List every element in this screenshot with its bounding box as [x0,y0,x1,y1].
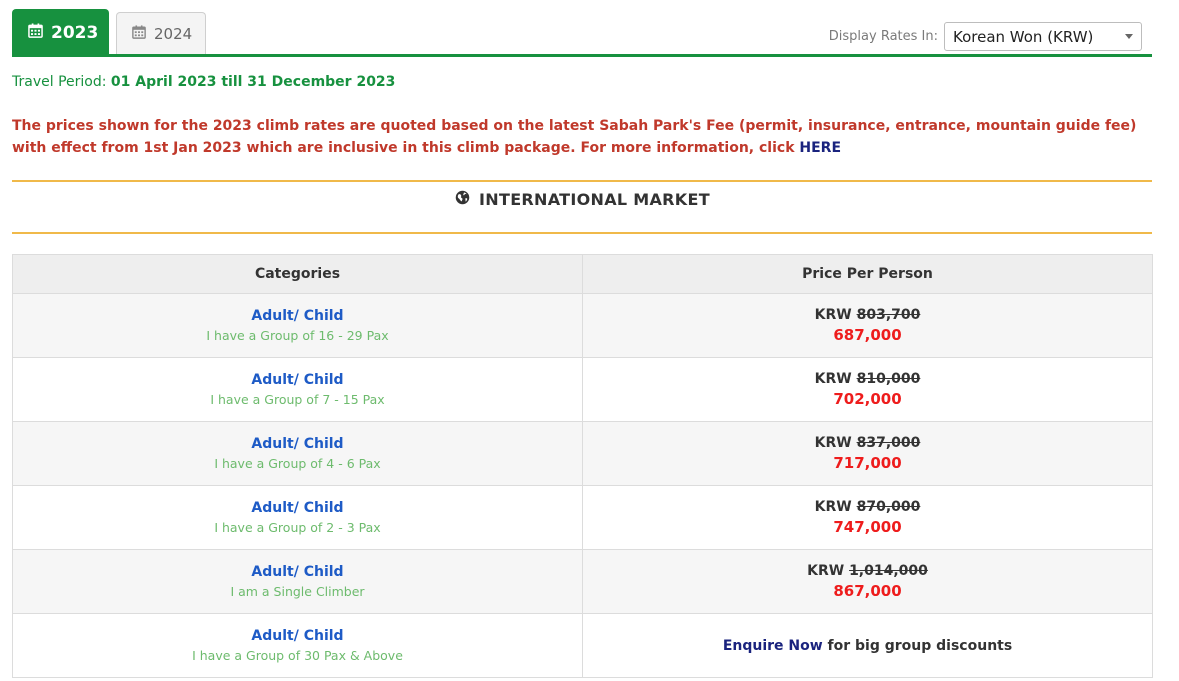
travel-period-label: Travel Period: [12,74,107,90]
category-cell: Adult/ Child I have a Group of 4 - 6 Pax [12,421,583,486]
new-price: 687,000 [833,326,902,344]
table-row: Adult/ Child I have a Group of 30 Pax & … [12,613,1153,678]
market-heading: INTERNATIONAL MARKET [0,190,1165,209]
globe-icon [455,190,470,209]
travel-period-value: 01 April 2023 till 31 December 2023 [110,74,396,90]
tab-label: 2024 [154,25,193,43]
price-cell: KRW 837,000 717,000 [582,421,1153,486]
category-label: Adult/ Child [251,308,344,324]
group-size: I have a Group of 4 - 6 Pax [214,456,381,471]
currency-code: KRW [807,563,845,579]
table-row: Adult/ Child I have a Group of 4 - 6 Pax… [12,421,1153,486]
group-size: I have a Group of 7 - 15 Pax [210,392,385,407]
table-row: Adult/ Child I have a Group of 7 - 15 Pa… [12,357,1153,422]
price-notice: The prices shown for the 2023 climb rate… [12,115,1152,159]
currency-code: KRW [814,499,852,515]
group-size: I am a Single Climber [230,584,365,599]
currency-selector: Display Rates In: Korean Won (KRW) [829,22,1142,51]
enquire-text: for big group discounts [827,637,1013,654]
tab-underline [12,54,1152,57]
new-price: 867,000 [833,582,902,600]
notice-link[interactable]: HERE [799,140,841,156]
table-row: Adult/ Child I am a Single Climber KRW 1… [12,549,1153,614]
old-price: 870,000 [856,499,921,515]
old-price: 1,014,000 [849,563,928,579]
group-size: I have a Group of 2 - 3 Pax [214,520,381,535]
enquire-now-link[interactable]: Enquire Now [723,638,823,654]
category-label: Adult/ Child [251,564,344,580]
category-cell: Adult/ Child I am a Single Climber [12,549,583,614]
chevron-down-icon [1125,34,1133,39]
category-label: Adult/ Child [251,372,344,388]
price-cell: KRW 810,000 702,000 [582,357,1153,422]
tab-label: 2023 [51,23,99,43]
new-price: 747,000 [833,518,902,536]
currency-selected: Korean Won (KRW) [953,27,1094,46]
currency-code: KRW [814,307,852,323]
group-size: I have a Group of 16 - 29 Pax [206,328,389,343]
group-size: I have a Group of 30 Pax & Above [192,648,403,663]
header-categories: Categories [12,254,583,294]
category-cell: Adult/ Child I have a Group of 16 - 29 P… [12,293,583,358]
currency-code: KRW [814,435,852,451]
divider-bottom [12,232,1152,234]
market-title: INTERNATIONAL MARKET [479,190,710,209]
table-row: Adult/ Child I have a Group of 16 - 29 P… [12,293,1153,358]
price-cell: KRW 870,000 747,000 [582,485,1153,550]
category-label: Adult/ Child [251,628,344,644]
table-header-row: Categories Price Per Person [12,254,1153,294]
category-cell: Adult/ Child I have a Group of 7 - 15 Pa… [12,357,583,422]
calendar-icon [28,23,43,43]
divider-top [12,180,1152,182]
old-price: 837,000 [856,435,921,451]
old-price: 810,000 [856,371,921,387]
category-label: Adult/ Child [251,500,344,516]
price-cell: KRW 1,014,000 867,000 [582,549,1153,614]
notice-text: The prices shown for the 2023 climb rate… [12,118,1137,156]
old-price: 803,700 [856,307,921,323]
header-price: Price Per Person [582,254,1153,294]
new-price: 717,000 [833,454,902,472]
currency-select[interactable]: Korean Won (KRW) [944,22,1142,51]
category-cell: Adult/ Child I have a Group of 30 Pax & … [12,613,583,678]
price-cell: KRW 803,700 687,000 [582,293,1153,358]
currency-label: Display Rates In: [828,29,938,44]
tab-2023[interactable]: 2023 [12,9,109,57]
price-table: Categories Price Per Person Adult/ Child… [12,254,1153,678]
price-cell: Enquire Now for big group discounts [582,613,1153,678]
tab-2024[interactable]: 2024 [116,12,206,55]
calendar-icon [132,25,146,43]
travel-period: Travel Period: 01 April 2023 till 31 Dec… [12,74,395,90]
category-label: Adult/ Child [251,436,344,452]
category-cell: Adult/ Child I have a Group of 2 - 3 Pax [12,485,583,550]
table-row: Adult/ Child I have a Group of 2 - 3 Pax… [12,485,1153,550]
new-price: 702,000 [833,390,902,408]
currency-code: KRW [814,371,852,387]
